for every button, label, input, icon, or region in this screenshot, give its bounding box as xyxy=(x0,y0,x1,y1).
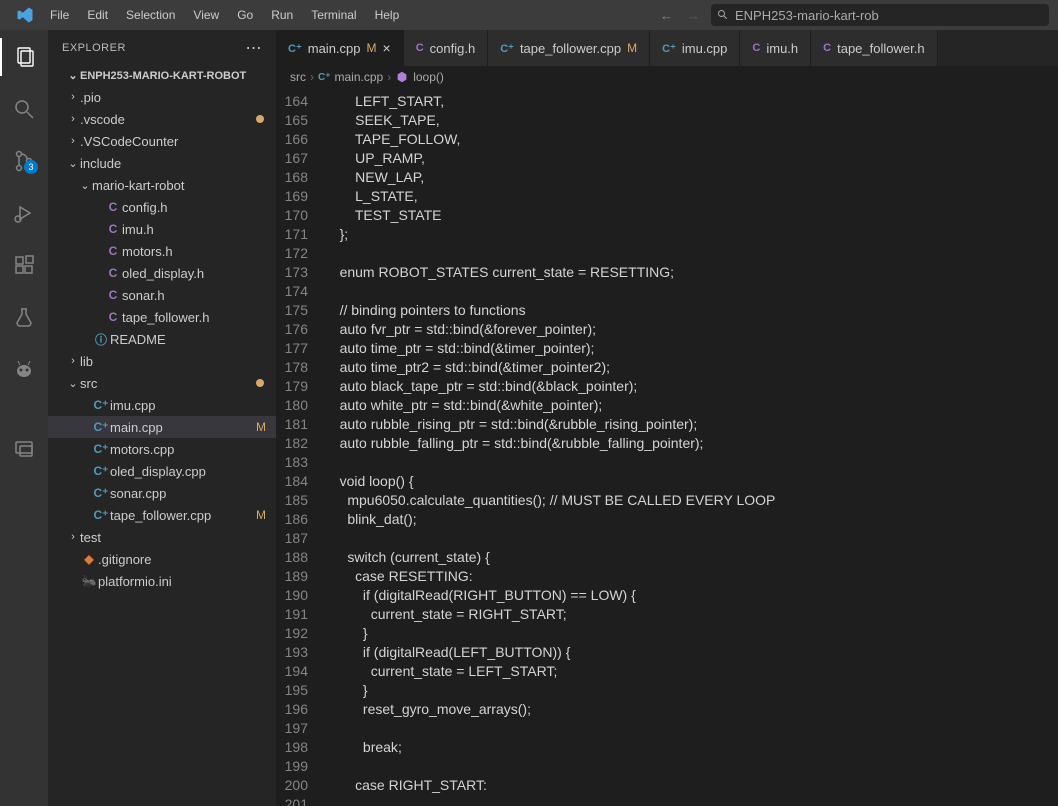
menu-run[interactable]: Run xyxy=(263,4,301,26)
file-icon: C⁺ xyxy=(92,442,110,456)
sidebar-title: EXPLORER xyxy=(62,42,126,54)
tab[interactable]: C⁺main.cppM× xyxy=(276,30,404,66)
file-icon: ⓘ xyxy=(92,331,110,348)
file-icon: C⁺ xyxy=(92,398,110,412)
breadcrumb[interactable]: src› C⁺ main.cpp› loop() xyxy=(276,66,1058,88)
vscode-logo-icon xyxy=(16,6,34,24)
tab[interactable]: C⁺tape_follower.cppM xyxy=(488,30,650,66)
file-icon: C⁺ xyxy=(500,42,514,55)
crumb-src[interactable]: src xyxy=(290,70,306,84)
file-icon: C⁺ xyxy=(92,508,110,522)
nav-forward-icon[interactable]: → xyxy=(687,8,700,23)
remote-icon[interactable] xyxy=(0,430,48,468)
tab-bar: C⁺main.cppM×Cconfig.hC⁺tape_follower.cpp… xyxy=(276,30,1058,66)
close-icon[interactable]: × xyxy=(383,40,391,56)
explorer-icon[interactable] xyxy=(0,38,48,76)
tree-item[interactable]: ›.VSCodeCounter xyxy=(48,130,276,152)
tree-item[interactable]: C⁺imu.cpp xyxy=(48,394,276,416)
file-icon: ◆ xyxy=(80,552,98,566)
scm-icon[interactable]: 3 xyxy=(0,142,48,180)
tree-item[interactable]: ›.vscode xyxy=(48,108,276,130)
tree-item[interactable]: ›.pio xyxy=(48,86,276,108)
tree-item[interactable]: Coled_display.h xyxy=(48,262,276,284)
sidebar-more-icon[interactable]: ⋯ xyxy=(246,38,263,58)
tree-item[interactable]: ›test xyxy=(48,526,276,548)
activity-bar: 3 xyxy=(0,30,48,806)
file-icon: C⁺ xyxy=(92,486,110,500)
menu-bar: FileEditSelectionViewGoRunTerminalHelp xyxy=(42,4,407,26)
menu-selection[interactable]: Selection xyxy=(118,4,183,26)
file-icon: 🐜 xyxy=(80,574,98,588)
tree-item[interactable]: Ctape_follower.h xyxy=(48,306,276,328)
search-icon xyxy=(717,9,729,21)
command-center[interactable]: ENPH253-mario-kart-rob xyxy=(710,3,1050,27)
scm-badge: 3 xyxy=(24,160,38,174)
menu-help[interactable]: Help xyxy=(367,4,408,26)
file-icon: C xyxy=(104,200,122,214)
menu-go[interactable]: Go xyxy=(229,4,261,26)
code-editor[interactable]: 1641651661671681691701711721731741751761… xyxy=(276,88,1058,806)
dirty-dot-icon xyxy=(256,379,264,387)
tree-item[interactable]: ⌄src xyxy=(48,372,276,394)
tab[interactable]: Cconfig.h xyxy=(404,30,489,66)
tree-item[interactable]: ◆.gitignore xyxy=(48,548,276,570)
tree-item[interactable]: 🐜platformio.ini xyxy=(48,570,276,592)
file-icon: C xyxy=(104,244,122,258)
tab[interactable]: Ctape_follower.h xyxy=(811,30,937,66)
file-icon: C xyxy=(823,42,831,54)
tree-item[interactable]: Cimu.h xyxy=(48,218,276,240)
file-tree: ›.pio›.vscode›.VSCodeCounter⌄include⌄mar… xyxy=(48,86,276,806)
tree-item[interactable]: Cmotors.h xyxy=(48,240,276,262)
tree-item[interactable]: ⌄mario-kart-robot xyxy=(48,174,276,196)
search-text: ENPH253-mario-kart-rob xyxy=(735,8,879,23)
menu-terminal[interactable]: Terminal xyxy=(303,4,364,26)
file-icon: C xyxy=(416,42,424,54)
tree-item[interactable]: C⁺main.cppM xyxy=(48,416,276,438)
tree-item[interactable]: C⁺motors.cpp xyxy=(48,438,276,460)
debug-icon[interactable] xyxy=(0,194,48,232)
code-lines[interactable]: LEFT_START, SEEK_TAPE, TAPE_FOLLOW, UP_R… xyxy=(324,88,1058,806)
platformio-icon[interactable] xyxy=(0,350,48,388)
menu-file[interactable]: File xyxy=(42,4,77,26)
tree-item[interactable]: ⓘREADME xyxy=(48,328,276,350)
crumb-file[interactable]: main.cpp xyxy=(335,70,384,84)
tree-item[interactable]: ›lib xyxy=(48,350,276,372)
file-icon: C xyxy=(104,310,122,324)
menu-edit[interactable]: Edit xyxy=(79,4,116,26)
crumb-func[interactable]: loop() xyxy=(413,70,444,84)
testing-icon[interactable] xyxy=(0,298,48,336)
tree-item[interactable]: Csonar.h xyxy=(48,284,276,306)
tree-item[interactable]: Cconfig.h xyxy=(48,196,276,218)
tree-item[interactable]: C⁺tape_follower.cppM xyxy=(48,504,276,526)
editor-area: C⁺main.cppM×Cconfig.hC⁺tape_follower.cpp… xyxy=(276,30,1058,806)
symbol-method-icon xyxy=(395,70,409,84)
menu-view[interactable]: View xyxy=(185,4,227,26)
extensions-icon[interactable] xyxy=(0,246,48,284)
dirty-dot-icon xyxy=(256,115,264,123)
tab[interactable]: C⁺imu.cpp xyxy=(650,30,740,66)
tree-item[interactable]: C⁺oled_display.cpp xyxy=(48,460,276,482)
tree-item[interactable]: C⁺sonar.cpp xyxy=(48,482,276,504)
tab[interactable]: Cimu.h xyxy=(740,30,811,66)
tree-item[interactable]: ⌄include xyxy=(48,152,276,174)
nav-arrows: ← → xyxy=(660,8,700,23)
file-icon: C⁺ xyxy=(288,42,302,55)
file-icon: C xyxy=(104,266,122,280)
file-icon: C xyxy=(104,288,122,302)
file-icon: C⁺ xyxy=(92,420,110,434)
nav-back-icon[interactable]: ← xyxy=(660,8,673,23)
file-icon: C xyxy=(104,222,122,236)
project-header[interactable]: ⌄ENPH253-MARIO-KART-ROBOT xyxy=(48,65,276,86)
file-icon: C⁺ xyxy=(92,464,110,478)
file-icon: C xyxy=(752,42,760,54)
search-icon[interactable] xyxy=(0,90,48,128)
file-icon: C⁺ xyxy=(662,42,676,55)
title-bar: FileEditSelectionViewGoRunTerminalHelp ←… xyxy=(0,0,1058,30)
line-numbers: 1641651661671681691701711721731741751761… xyxy=(276,88,324,806)
sidebar: EXPLORER ⋯ ⌄ENPH253-MARIO-KART-ROBOT ›.p… xyxy=(48,30,276,806)
